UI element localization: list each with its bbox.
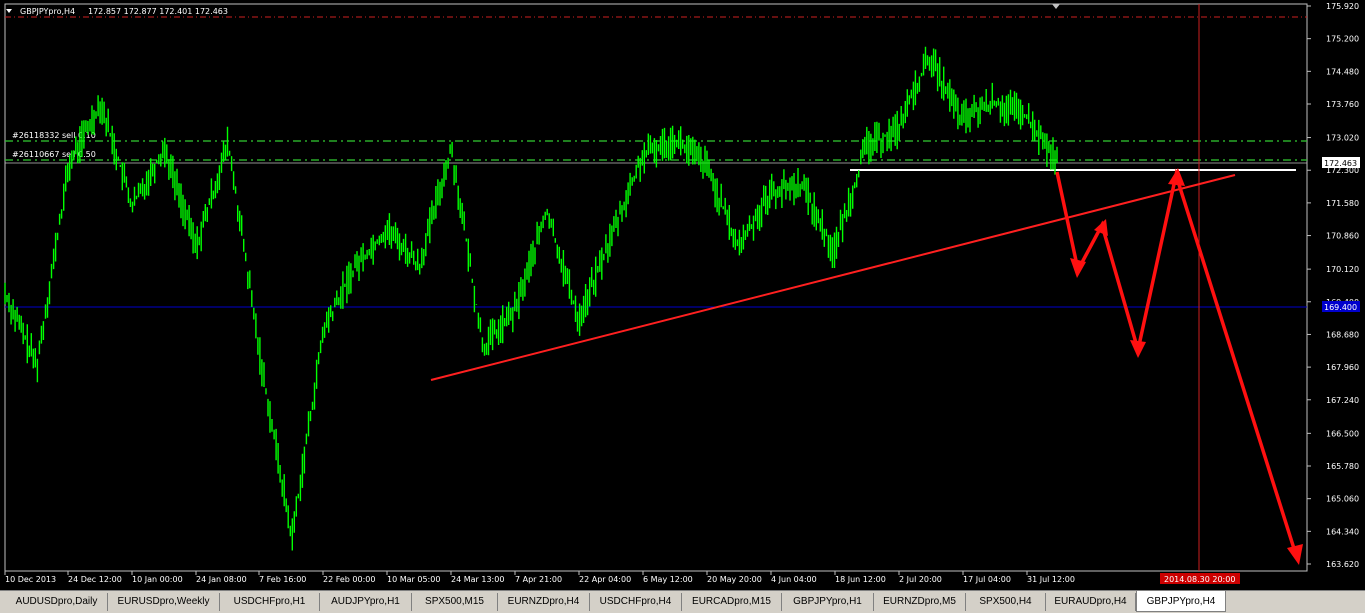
chart-tab[interactable]: AUDUSDpro,Daily bbox=[6, 593, 108, 611]
time-tick-label: 22 Apr 04:00 bbox=[579, 575, 631, 584]
chart-tab[interactable]: SPX500,M15 bbox=[412, 593, 498, 611]
chart-tab[interactable]: EURCADpro,M15 bbox=[682, 593, 782, 611]
price-tick-label: 173.760 bbox=[1326, 100, 1359, 109]
order-label-2: #26110667 sell 0.50 bbox=[12, 150, 96, 159]
chart-tabs-bar: AUDUSDpro,Daily EURUSDpro,Weekly USDCHFpro… bbox=[0, 590, 1365, 613]
price-tick-label: 175.920 bbox=[1326, 2, 1359, 11]
price-tick-label: 163.620 bbox=[1326, 560, 1359, 569]
price-chart[interactable]: GBPJPYpro,H4 172.857 172.877 172.401 172… bbox=[0, 0, 1365, 590]
quote-label: 172.857 172.877 172.401 172.463 bbox=[88, 7, 228, 16]
time-tick-label: 6 May 12:00 bbox=[643, 575, 693, 584]
chart-tab[interactable]: AUDJPYpro,H1 bbox=[320, 593, 412, 611]
time-tick-label: 10 Mar 05:00 bbox=[387, 575, 440, 584]
time-tick-label: 20 May 20:00 bbox=[707, 575, 762, 584]
chart-tab[interactable]: EURUSDpro,Weekly bbox=[108, 593, 220, 611]
time-tick-label: 22 Feb 00:00 bbox=[323, 575, 375, 584]
chart-tab[interactable]: USDCHFpro,H1 bbox=[220, 593, 320, 611]
price-tick-label: 170.860 bbox=[1326, 232, 1359, 241]
chart-tab[interactable]: GBPJPYpro,H1 bbox=[782, 593, 874, 611]
time-tick-label: 2 Jul 20:00 bbox=[899, 575, 942, 584]
symbol-label: GBPJPYpro,H4 bbox=[20, 7, 75, 16]
time-tick-label: 7 Apr 21:00 bbox=[515, 575, 562, 584]
price-tick-label: 175.200 bbox=[1326, 35, 1359, 44]
time-tick-label: 10 Dec 2013 bbox=[5, 575, 56, 584]
price-tick-label: 170.120 bbox=[1326, 265, 1359, 274]
chart-tab[interactable]: EURAUDpro,H4 bbox=[1046, 593, 1136, 611]
time-tick-label: 18 Jun 12:00 bbox=[835, 575, 886, 584]
price-axis: 175.920175.200174.480173.760173.020172.3… bbox=[1307, 2, 1359, 569]
chart-tab[interactable]: GBPJPYpro,H4 bbox=[1136, 591, 1226, 612]
price-tick-label: 166.500 bbox=[1326, 429, 1359, 438]
price-tick-label: 174.480 bbox=[1326, 67, 1359, 76]
time-tick-label: 10 Jan 00:00 bbox=[132, 575, 183, 584]
time-axis: 10 Dec 2013 24 Dec 12:00 10 Jan 00:00 24 Ja… bbox=[4, 571, 1075, 584]
price-tick-label: 173.020 bbox=[1326, 134, 1359, 143]
chart-tab[interactable]: EURNZDpro,H4 bbox=[498, 593, 590, 611]
time-tick-label: 24 Jan 08:00 bbox=[196, 575, 247, 584]
time-tick-label: 24 Dec 12:00 bbox=[68, 575, 122, 584]
price-tick-label: 168.680 bbox=[1326, 330, 1359, 339]
time-tick-label: 7 Feb 16:00 bbox=[259, 575, 306, 584]
price-tick-label: 165.060 bbox=[1326, 495, 1359, 504]
chart-tab[interactable]: USDCHFpro,H4 bbox=[590, 593, 682, 611]
current-price-label: 172.463 bbox=[1324, 159, 1357, 168]
price-tick-label: 167.240 bbox=[1326, 396, 1359, 405]
time-tick-label: 4 Jun 04:00 bbox=[771, 575, 817, 584]
time-tick-label: 17 Jul 04:00 bbox=[963, 575, 1011, 584]
time-tick-label: 24 Mar 13:00 bbox=[451, 575, 504, 584]
date-marker-label: 2014.08.30 20:00 bbox=[1164, 575, 1235, 584]
plot-area bbox=[4, 3, 1308, 572]
chart-tab[interactable]: SPX500,H4 bbox=[966, 593, 1046, 611]
price-tick-label: 167.960 bbox=[1326, 363, 1359, 372]
chart-tab[interactable]: EURNZDpro,M5 bbox=[874, 593, 966, 611]
blue-level-label: 169.400 bbox=[1324, 303, 1357, 312]
time-tick-label: 31 Jul 12:00 bbox=[1027, 575, 1075, 584]
price-tick-label: 164.340 bbox=[1326, 527, 1359, 536]
price-tick-label: 165.780 bbox=[1326, 462, 1359, 471]
price-tick-label: 171.580 bbox=[1326, 199, 1359, 208]
